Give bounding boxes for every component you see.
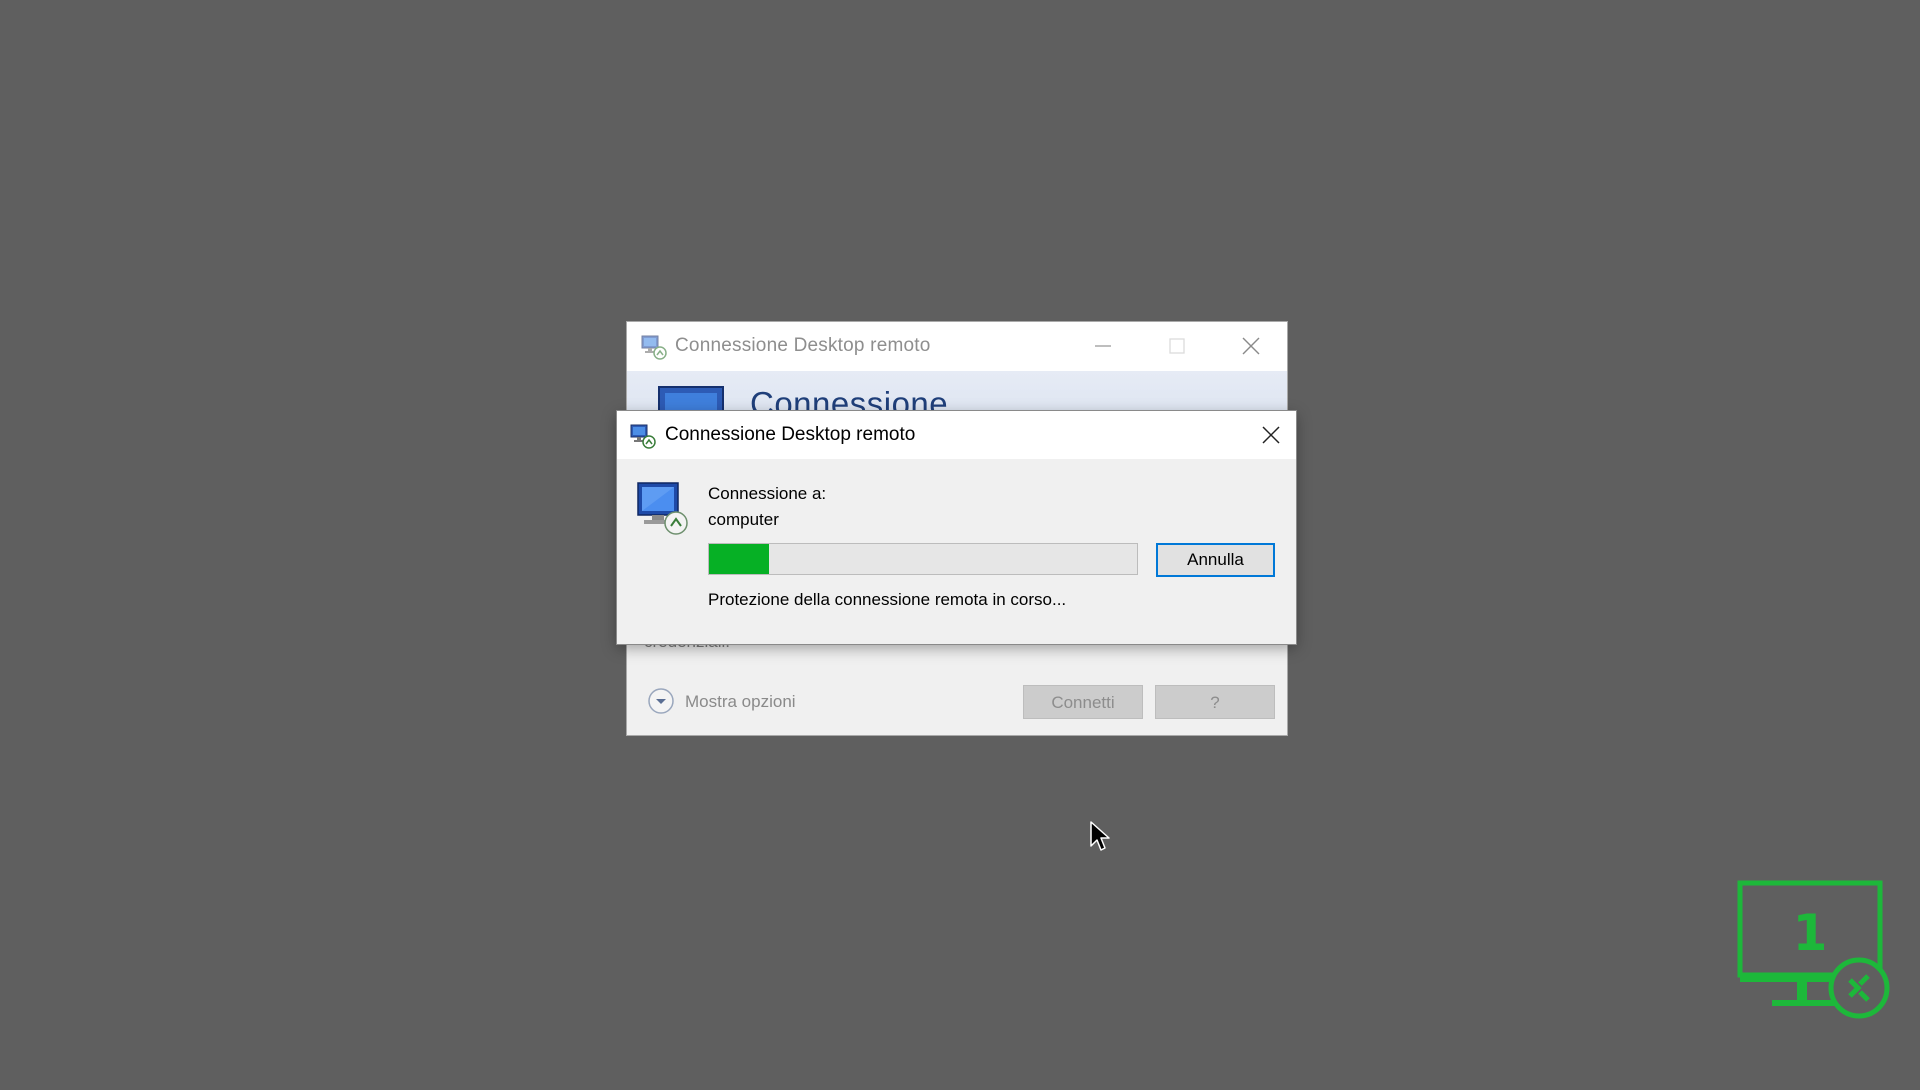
computer-name: computer: [708, 510, 779, 529]
close-icon: [1242, 337, 1260, 355]
remote-desktop-logo-icon: 1: [1737, 880, 1890, 1019]
chevron-down-circle-icon: [648, 688, 674, 714]
monitor-icon: [658, 386, 724, 411]
cancel-button[interactable]: Annulla: [1156, 543, 1275, 577]
status-text: Protezione della connessione remota in c…: [708, 590, 1067, 609]
connect-button[interactable]: Connetti: [1023, 685, 1143, 719]
connecting-to-label: Connessione a:: [708, 484, 827, 503]
dialog-title: Connessione Desktop remoto: [665, 424, 916, 445]
help-button[interactable]: ?: [1155, 685, 1275, 719]
dialog-close-button[interactable]: [1244, 411, 1296, 459]
minimize-button[interactable]: [1067, 322, 1139, 371]
minimize-icon: [1095, 345, 1111, 347]
remote-desktop-app-icon: [630, 424, 656, 449]
maximize-icon: [1169, 338, 1185, 354]
dialog-titlebar[interactable]: Connessione Desktop remoto: [617, 411, 1296, 459]
main-window-titlebar[interactable]: Connessione Desktop remoto: [627, 322, 1287, 371]
maximize-button[interactable]: [1141, 322, 1213, 371]
main-window-banner: Connessione: [627, 371, 1287, 411]
remote-computer-icon: [637, 482, 688, 535]
connection-progress-bar: [708, 543, 1138, 575]
remote-desktop-app-icon: [641, 335, 667, 360]
connecting-dialog: Connessione Desktop remoto Connessione a…: [617, 411, 1296, 644]
close-icon: [1262, 426, 1280, 444]
logo-number: 1: [1793, 904, 1828, 962]
main-window-close-button[interactable]: [1215, 322, 1287, 371]
main-window-title: Connessione Desktop remoto: [675, 335, 931, 356]
progress-bar-fill: [709, 544, 769, 574]
mouse-cursor-icon: [1090, 821, 1110, 851]
banner-title: Connessione: [750, 385, 949, 411]
show-options-label: Mostra opzioni: [685, 692, 796, 711]
